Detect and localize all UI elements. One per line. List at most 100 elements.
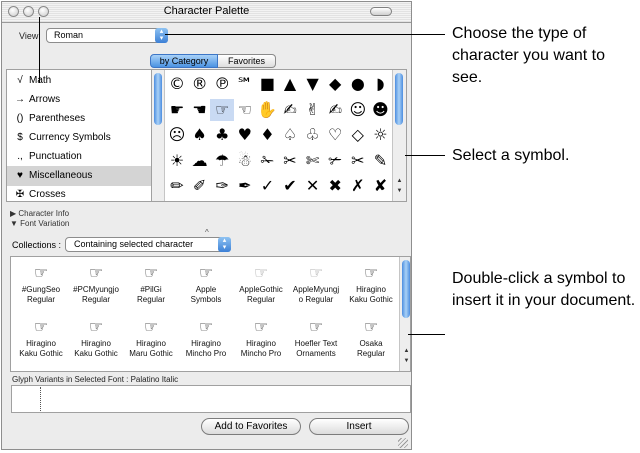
symbol-cell[interactable]: ✌ <box>301 99 325 121</box>
symbol-cell[interactable]: ◗ <box>368 73 392 95</box>
symbol-cell[interactable]: ✘ <box>368 175 392 197</box>
font-name: Hiragino <box>136 339 166 348</box>
character-info-disclosure[interactable]: ▶ Character Info <box>10 209 69 218</box>
scroll-thumb[interactable] <box>395 73 403 125</box>
symbol-cell[interactable]: ✂ <box>346 150 370 172</box>
font-variation-disclosure[interactable]: ▼ Font Variation <box>10 219 69 228</box>
tab-favorites[interactable]: Favorites <box>218 54 276 68</box>
symbol-cell[interactable]: ◇ <box>346 124 370 146</box>
font-variation-cell[interactable]: ☞ Hoefler Text Ornaments <box>288 315 344 359</box>
symbol-cell[interactable]: ♥ <box>233 124 257 146</box>
symbol-cell[interactable]: ■ <box>255 73 279 95</box>
category-item-crosses[interactable]: ✠ Crosses <box>7 185 151 201</box>
symbol-cell[interactable]: ✖ <box>323 175 347 197</box>
title-bar[interactable]: Character Palette <box>2 2 411 23</box>
glyph-variants-box[interactable] <box>11 385 411 413</box>
category-scrollbar[interactable] <box>152 70 165 201</box>
symbol-cell[interactable]: ☂ <box>210 150 234 172</box>
pointing-hand-icon: ☞ <box>33 317 49 336</box>
symbol-cell[interactable]: ♡ <box>323 124 347 146</box>
symbol-cell[interactable]: ✒ <box>233 175 257 197</box>
symbol-cell[interactable]: ☼ <box>368 124 392 146</box>
insert-button[interactable]: Insert <box>309 418 409 435</box>
symbol-cell[interactable]: ☞ <box>210 98 235 121</box>
category-item-punctuation[interactable]: ., Punctuation <box>7 147 151 167</box>
font-variation-cell[interactable]: ☞ Osaka Regular <box>343 315 399 359</box>
pointing-hand-icon: ☞ <box>143 263 159 282</box>
symbol-cell[interactable]: ☀ <box>165 150 189 172</box>
font-variation-cell[interactable]: ☞ #PilGi Regular <box>123 261 179 305</box>
category-item-parentheses[interactable]: () Parentheses <box>7 109 151 129</box>
symbol-cell[interactable]: ✍ <box>278 99 302 121</box>
symbol-cell[interactable]: ✑ <box>210 175 234 197</box>
symbol-cell[interactable]: ▼ <box>301 73 325 95</box>
symbol-cell[interactable]: ✎ <box>368 150 392 172</box>
symbol-cell[interactable]: ✂ <box>278 150 302 172</box>
symbol-cell[interactable]: ▲ <box>278 73 302 95</box>
punctuation-icon: ., <box>17 151 23 162</box>
category-item-currency-symbols[interactable]: $ Currency Symbols <box>7 128 151 148</box>
symbol-cell[interactable]: ♦ <box>255 124 279 146</box>
symbol-cell[interactable]: ℠ <box>233 73 257 95</box>
splitter-caret-icon[interactable]: ^ <box>205 228 209 237</box>
symbol-cell[interactable]: ✕ <box>301 175 325 197</box>
scroll-thumb[interactable] <box>402 260 410 318</box>
font-variation-cell[interactable]: ☞ Hiragino Maru Gothic <box>123 315 179 359</box>
view-select[interactable]: Roman ▴ ▾ <box>46 28 168 43</box>
scroll-up-arrow-icon[interactable]: ▲ <box>393 178 406 184</box>
symbol-cell[interactable]: ● <box>346 73 370 95</box>
symbol-cell[interactable]: ✋ <box>255 99 279 121</box>
symbol-cell[interactable]: ℗ <box>210 73 234 95</box>
symbol-cell[interactable]: © <box>165 73 189 95</box>
scroll-down-arrow-icon[interactable]: ▼ <box>393 188 406 194</box>
collections-select[interactable]: Containing selected character ▴ ▾ <box>65 237 231 252</box>
symbol-cell[interactable]: ☃ <box>233 150 257 172</box>
symbol-cell[interactable]: ✄ <box>301 150 325 172</box>
symbol-cell[interactable]: ☻ <box>368 99 392 121</box>
tab-by-category[interactable]: by Category <box>150 54 218 68</box>
font-variation-cell[interactable]: ☞ Hiragino Mincho Pro <box>178 315 234 359</box>
symbol-cell[interactable]: ♣ <box>210 124 234 146</box>
category-item-arrows[interactable]: → Arrows <box>7 90 151 110</box>
scroll-down-arrow-icon[interactable]: ▼ <box>400 358 410 364</box>
symbol-cell[interactable]: ✍ <box>323 99 347 121</box>
pointing-hand-icon: ☞ <box>253 317 269 336</box>
symbol-cell[interactable]: ◆ <box>323 73 347 95</box>
symbol-cell[interactable]: ♤ <box>278 124 302 146</box>
symbol-cell[interactable]: ✔ <box>278 175 302 197</box>
category-item-miscellaneous[interactable]: ♥ Miscellaneous <box>7 166 151 186</box>
symbol-cell[interactable]: ♠ <box>188 124 212 146</box>
font-scrollbar[interactable]: ▲ ▼ <box>399 257 410 371</box>
scroll-thumb[interactable] <box>154 73 162 125</box>
symbol-cell[interactable]: ☹ <box>165 124 189 146</box>
font-variation-cell[interactable]: ☞ Hiragino Kaku Gothic <box>343 261 399 305</box>
symbol-cell[interactable]: ☜ <box>233 99 257 121</box>
toolbar-toggle-button[interactable] <box>370 7 392 16</box>
symbol-cell[interactable]: ☁ <box>188 150 212 172</box>
add-to-favorites-button[interactable]: Add to Favorites <box>201 418 301 435</box>
symbol-cell[interactable]: ✃ <box>323 150 347 172</box>
font-variation-cell[interactable]: ☞ AppleMyungj o Regular <box>288 261 344 305</box>
font-variation-cell[interactable]: ☞ Apple Symbols <box>178 261 234 305</box>
scroll-up-arrow-icon[interactable]: ▲ <box>400 348 410 354</box>
font-variation-cell[interactable]: ☞ Hiragino Kaku Gothic <box>68 315 124 359</box>
symbol-cell[interactable]: ✗ <box>346 175 370 197</box>
category-item-math[interactable]: √ Math <box>7 71 151 91</box>
symbol-cell[interactable]: ® <box>188 73 212 95</box>
font-variation-cell[interactable]: ☞ Hiragino Mincho Pro <box>233 315 289 359</box>
symbol-cell[interactable]: ☺ <box>346 99 370 121</box>
arrow-icon: → <box>15 94 25 105</box>
symbol-cell[interactable]: ☛ <box>165 99 189 121</box>
symbol-cell[interactable]: ♧ <box>301 124 325 146</box>
symbol-cell[interactable]: ✓ <box>255 175 279 197</box>
symbol-scrollbar[interactable]: ▲ ▼ <box>392 70 406 201</box>
font-variation-cell[interactable]: ☞ #PCMyungjo Regular <box>68 261 124 305</box>
font-variation-cell[interactable]: ☞ #GungSeo Regular <box>13 261 69 305</box>
font-variation-cell[interactable]: ☞ AppleGothic Regular <box>233 261 289 305</box>
symbol-cell[interactable]: ☚ <box>188 99 212 121</box>
symbol-cell[interactable]: ✏ <box>165 175 189 197</box>
symbol-cell[interactable]: ✐ <box>188 175 212 197</box>
resize-grip-icon[interactable] <box>398 438 408 448</box>
symbol-cell[interactable]: ✁ <box>255 150 279 172</box>
font-variation-cell[interactable]: ☞ Hiragino Kaku Gothic <box>13 315 69 359</box>
